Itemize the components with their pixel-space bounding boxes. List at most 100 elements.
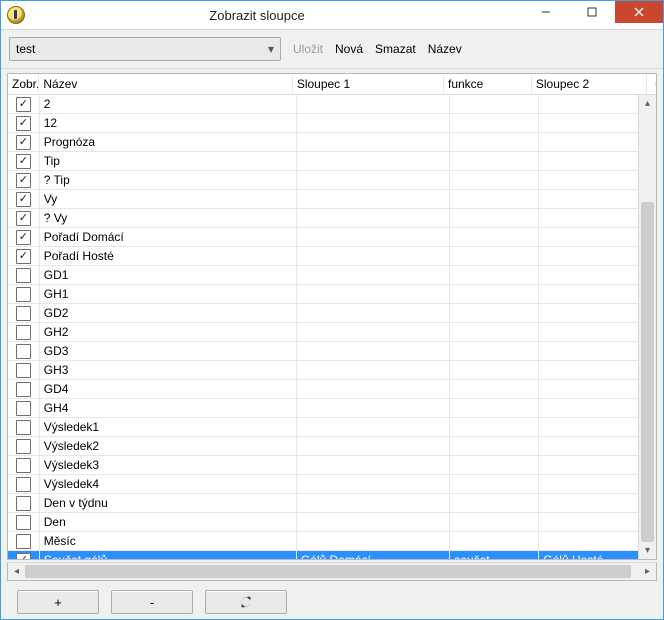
cell-funkce[interactable]	[450, 304, 539, 322]
cell-checkbox[interactable]	[8, 437, 40, 455]
table-row[interactable]: GD4	[8, 380, 656, 399]
checkbox[interactable]	[16, 534, 31, 549]
checkbox[interactable]	[16, 211, 31, 226]
table-row[interactable]: Den v týdnu	[8, 494, 656, 513]
checkbox[interactable]	[16, 116, 31, 131]
new-button[interactable]: Nová	[335, 42, 363, 56]
cell-checkbox[interactable]	[8, 133, 40, 151]
cell-name[interactable]: GD1	[40, 266, 297, 284]
cell-funkce[interactable]	[450, 399, 539, 417]
checkbox[interactable]	[16, 268, 31, 283]
table-row[interactable]: GD2	[8, 304, 656, 323]
scroll-down-icon[interactable]: ▾	[639, 542, 656, 559]
checkbox[interactable]	[16, 401, 31, 416]
checkbox[interactable]	[16, 135, 31, 150]
checkbox[interactable]	[16, 420, 31, 435]
checkbox[interactable]	[16, 363, 31, 378]
cell-sloupec1[interactable]	[297, 152, 450, 170]
add-button[interactable]: +	[17, 590, 99, 614]
cell-sloupec1[interactable]	[297, 437, 450, 455]
checkbox[interactable]	[16, 249, 31, 264]
table-row[interactable]: Prognóza	[8, 133, 656, 152]
cell-sloupec1[interactable]	[297, 380, 450, 398]
minimize-button[interactable]	[523, 1, 569, 23]
cell-checkbox[interactable]	[8, 361, 40, 379]
cell-funkce[interactable]	[450, 133, 539, 151]
maximize-button[interactable]	[569, 1, 615, 23]
cell-sloupec1[interactable]	[297, 513, 450, 531]
cell-name[interactable]: Výsledek3	[40, 456, 297, 474]
cell-name[interactable]: Pořadí Domácí	[40, 228, 297, 246]
table-row[interactable]: Výsledek1	[8, 418, 656, 437]
cell-funkce[interactable]	[450, 475, 539, 493]
cell-name[interactable]: 12	[40, 114, 297, 132]
table-row[interactable]: Vy	[8, 190, 656, 209]
table-row[interactable]: Výsledek3	[8, 456, 656, 475]
cell-checkbox[interactable]	[8, 532, 40, 550]
cell-checkbox[interactable]	[8, 456, 40, 474]
checkbox[interactable]	[16, 496, 31, 511]
table-row[interactable]: Pořadí Domácí	[8, 228, 656, 247]
checkbox[interactable]	[16, 173, 31, 188]
column-header-funkce[interactable]: funkce	[444, 75, 532, 93]
table-row[interactable]: GD3	[8, 342, 656, 361]
cell-checkbox[interactable]	[8, 266, 40, 284]
column-header-sloupec1[interactable]: Sloupec 1	[293, 75, 444, 93]
cell-sloupec1[interactable]	[297, 342, 450, 360]
cell-name[interactable]: Vy	[40, 190, 297, 208]
scroll-up-icon[interactable]: ▴	[639, 95, 656, 112]
cell-sloupec1[interactable]	[297, 228, 450, 246]
cell-funkce[interactable]	[450, 152, 539, 170]
close-button[interactable]	[615, 1, 663, 23]
cell-sloupec1[interactable]	[297, 190, 450, 208]
table-row[interactable]: Pořadí Hosté	[8, 247, 656, 266]
cell-name[interactable]: GD3	[40, 342, 297, 360]
cell-sloupec1[interactable]: Gólů Domácí	[297, 551, 450, 559]
table-row[interactable]: ? Vy	[8, 209, 656, 228]
delete-button[interactable]: Smazat	[375, 42, 416, 56]
cell-checkbox[interactable]	[8, 513, 40, 531]
cell-sloupec1[interactable]	[297, 285, 450, 303]
cell-sloupec1[interactable]	[297, 532, 450, 550]
cell-checkbox[interactable]	[8, 247, 40, 265]
cell-sloupec1[interactable]	[297, 475, 450, 493]
table-row[interactable]: GH2	[8, 323, 656, 342]
cell-funkce[interactable]	[450, 456, 539, 474]
scroll-left-icon[interactable]: ◂	[8, 563, 25, 580]
cell-checkbox[interactable]	[8, 152, 40, 170]
checkbox[interactable]	[16, 230, 31, 245]
cell-checkbox[interactable]	[8, 475, 40, 493]
cell-name[interactable]: GH2	[40, 323, 297, 341]
cell-checkbox[interactable]	[8, 171, 40, 189]
cell-funkce[interactable]	[450, 95, 539, 113]
cell-funkce[interactable]	[450, 209, 539, 227]
cell-checkbox[interactable]	[8, 380, 40, 398]
cell-checkbox[interactable]	[8, 285, 40, 303]
scroll-track[interactable]	[639, 112, 656, 542]
cell-sloupec1[interactable]	[297, 171, 450, 189]
cell-funkce[interactable]	[450, 323, 539, 341]
cell-funkce[interactable]	[450, 494, 539, 512]
cell-funkce[interactable]	[450, 114, 539, 132]
table-row[interactable]: Tip	[8, 152, 656, 171]
cell-sloupec1[interactable]	[297, 418, 450, 436]
cell-sloupec1[interactable]	[297, 266, 450, 284]
cell-name[interactable]: GH1	[40, 285, 297, 303]
cell-checkbox[interactable]	[8, 418, 40, 436]
table-row[interactable]: Výsledek2	[8, 437, 656, 456]
cell-sloupec1[interactable]	[297, 399, 450, 417]
cell-sloupec1[interactable]	[297, 361, 450, 379]
horizontal-scrollbar[interactable]: ◂ ▸	[7, 562, 657, 581]
table-row[interactable]: GH3	[8, 361, 656, 380]
checkbox[interactable]	[16, 154, 31, 169]
cell-funkce[interactable]	[450, 380, 539, 398]
cell-name[interactable]: Den v týdnu	[40, 494, 297, 512]
cell-checkbox[interactable]	[8, 304, 40, 322]
table-row[interactable]: GD1	[8, 266, 656, 285]
cell-sloupec1[interactable]	[297, 247, 450, 265]
checkbox[interactable]	[16, 515, 31, 530]
cell-checkbox[interactable]	[8, 209, 40, 227]
checkbox[interactable]	[16, 325, 31, 340]
scroll-thumb[interactable]	[641, 202, 654, 542]
cell-funkce[interactable]	[450, 532, 539, 550]
